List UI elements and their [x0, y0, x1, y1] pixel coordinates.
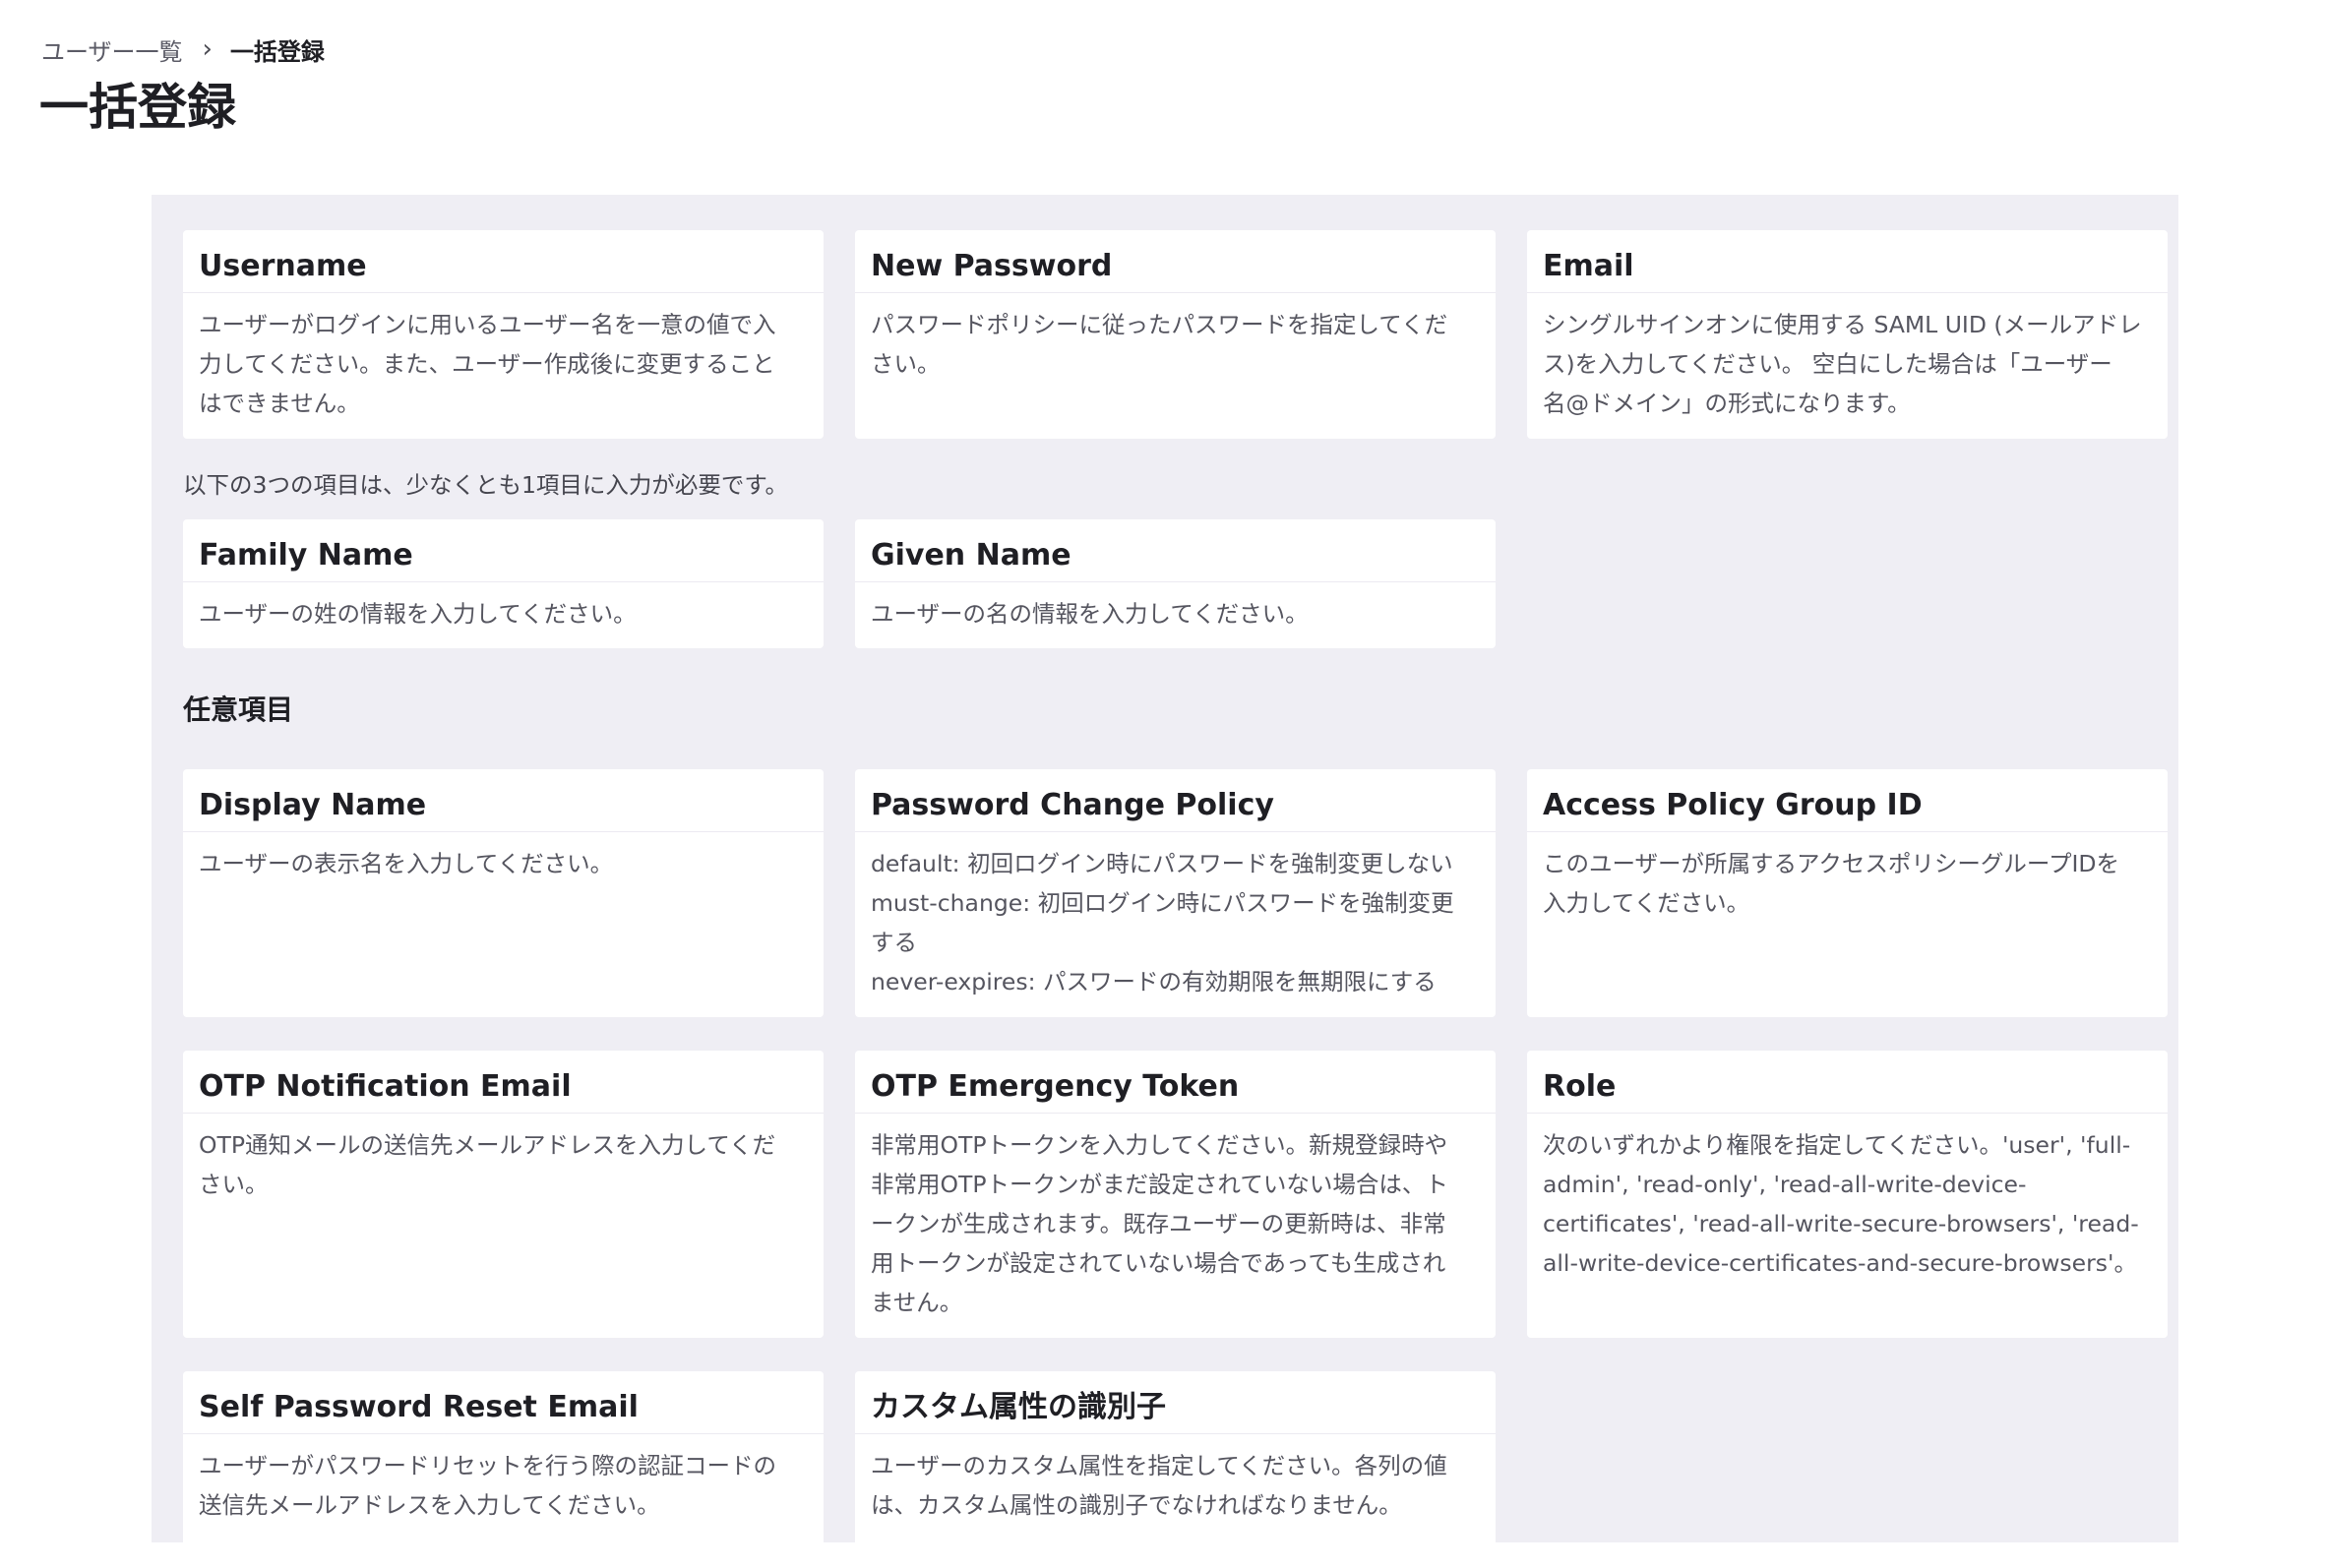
field-card-description: ユーザーの姓の情報を入力してください。 — [199, 600, 637, 628]
field-card-description: OTP通知メールの送信先メールアドレスを入力してくだ さい。 — [199, 1131, 776, 1198]
field-card-role: Role 次のいずれかより権限を指定してください。'user', 'full- … — [1527, 1051, 2168, 1338]
field-card-title: New Password — [855, 230, 1496, 293]
field-card-description: default: 初回ログイン時にパスワードを強制変更しない must-chan… — [871, 850, 1454, 995]
field-card-email: Email シングルサインオンに使用する SAML UID (メールアドレ ス)… — [1527, 230, 2168, 439]
field-card-title: Email — [1527, 230, 2168, 293]
field-card-title: Display Name — [183, 769, 824, 832]
field-card-otp-emergency-token: OTP Emergency Token 非常用OTPトークンを入力してください。… — [855, 1051, 1496, 1338]
optional-section-heading: 任意項目 — [183, 694, 294, 726]
field-card-title: Access Policy Group ID — [1527, 769, 2168, 832]
field-card-description: ユーザーの表示名を入力してください。 — [199, 850, 614, 877]
field-card-custom-attribute-identifier: カスタム属性の識別子 ユーザーのカスタム属性を指定してください。各列の値 は、カ… — [855, 1371, 1496, 1568]
field-card-otp-notification-email: OTP Notification Email OTP通知メールの送信先メールアド… — [183, 1051, 824, 1338]
field-card-title: Family Name — [183, 519, 824, 582]
field-card-family-name: Family Name ユーザーの姓の情報を入力してください。 — [183, 519, 824, 648]
field-card-self-password-reset-email: Self Password Reset Email ユーザーがパスワードリセット… — [183, 1371, 824, 1568]
field-card-description: 次のいずれかより権限を指定してください。'user', 'full- admin… — [1543, 1131, 2139, 1277]
field-card-description: このユーザーが所属するアクセスポリシーグループIDを 入力してください。 — [1543, 850, 2119, 917]
field-card-title: Username — [183, 230, 824, 293]
field-card-given-name: Given Name ユーザーの名の情報を入力してください。 — [855, 519, 1496, 648]
field-card-description: ユーザーの名の情報を入力してください。 — [871, 600, 1309, 628]
chevron-right-icon: › — [202, 34, 213, 64]
field-card-display-name: Display Name ユーザーの表示名を入力してください。 — [183, 769, 824, 1017]
field-card-username: Username ユーザーがログインに用いるユーザー名を一意の値で入 力してくだ… — [183, 230, 824, 439]
field-card-description: 非常用OTPトークンを入力してください。新規登録時や 非常用OTPトークンがまだ… — [871, 1131, 1448, 1316]
field-card-title: Password Change Policy — [855, 769, 1496, 832]
breadcrumb: ユーザー一覧 › 一括登録 — [41, 30, 325, 69]
field-card-title: カスタム属性の識別子 — [855, 1371, 1496, 1434]
breadcrumb-current: 一括登録 — [229, 37, 325, 66]
name-fields-note: 以下の3つの項目は、少なくとも1項目に入力が必要です。 — [183, 471, 789, 499]
field-descriptions-panel: Username ユーザーがログインに用いるユーザー名を一意の値で入 力してくだ… — [152, 195, 2178, 1568]
field-card-title: Role — [1527, 1051, 2168, 1114]
field-card-description: シングルサインオンに使用する SAML UID (メールアドレ ス)を入力してく… — [1543, 311, 2142, 417]
field-card-title: OTP Emergency Token — [855, 1051, 1496, 1114]
field-card-title: Given Name — [855, 519, 1496, 582]
field-card-description: ユーザーがログインに用いるユーザー名を一意の値で入 力してください。また、ユーザ… — [199, 311, 776, 417]
field-card-password-change-policy: Password Change Policy default: 初回ログイン時に… — [855, 769, 1496, 1017]
field-card-title: OTP Notification Email — [183, 1051, 824, 1114]
field-card-title: Self Password Reset Email — [183, 1371, 824, 1434]
field-card-description: パスワードポリシーに従ったパスワードを指定してくだ さい。 — [871, 311, 1448, 378]
field-card-description: ユーザーがパスワードリセットを行う際の認証コードの 送信先メールアドレスを入力し… — [199, 1452, 777, 1519]
field-card-access-policy-group-id: Access Policy Group ID このユーザーが所属するアクセスポリ… — [1527, 769, 2168, 1017]
breadcrumb-link-user-list[interactable]: ユーザー一覧 — [41, 32, 183, 67]
page-title: 一括登録 — [39, 79, 236, 136]
field-card-description: ユーザーのカスタム属性を指定してください。各列の値 は、カスタム属性の識別子でな… — [871, 1452, 1447, 1519]
field-card-new-password: New Password パスワードポリシーに従ったパスワードを指定してくだ さ… — [855, 230, 1496, 439]
